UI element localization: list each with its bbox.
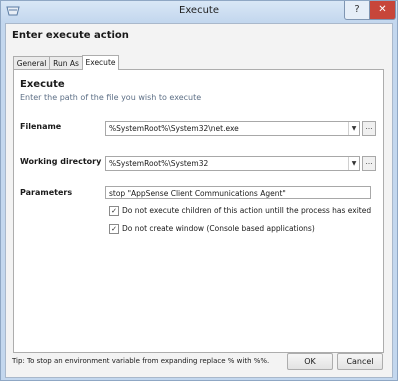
cancel-button[interactable]: Cancel bbox=[337, 353, 383, 370]
working-directory-label: Working directory bbox=[20, 157, 102, 166]
tab-general[interactable]: General bbox=[13, 56, 50, 70]
filename-value: %SystemRoot%\System32\net.exe bbox=[109, 124, 239, 133]
panel-description: Enter the path of the file you wish to e… bbox=[20, 93, 202, 102]
dialog-heading: Enter execute action bbox=[12, 30, 129, 41]
title-bar[interactable]: Execute ? ✕ bbox=[1, 1, 397, 22]
tab-run-as[interactable]: Run As bbox=[49, 56, 83, 70]
help-button[interactable]: ? bbox=[344, 1, 370, 20]
parameters-label: Parameters bbox=[20, 188, 73, 197]
parameters-input[interactable]: stop "AppSense Client Communications Age… bbox=[105, 186, 371, 199]
no-window-label: Do not create window (Console based appl… bbox=[122, 224, 315, 233]
checkmark-icon[interactable]: ✓ bbox=[109, 224, 119, 234]
filename-combobox[interactable]: %SystemRoot%\System32\net.exe ▼ bbox=[105, 121, 360, 136]
dropdown-arrow-icon[interactable]: ▼ bbox=[348, 122, 359, 135]
filename-label: Filename bbox=[20, 122, 62, 131]
working-directory-combobox[interactable]: %SystemRoot%\System32 ▼ bbox=[105, 156, 360, 171]
working-directory-browse-button[interactable]: … bbox=[362, 156, 376, 171]
execute-window: Execute ? ✕ Enter execute action General… bbox=[0, 0, 398, 381]
working-directory-value: %SystemRoot%\System32 bbox=[109, 159, 209, 168]
filename-browse-button[interactable]: … bbox=[362, 121, 376, 136]
close-button[interactable]: ✕ bbox=[369, 1, 396, 20]
wait-for-exit-label: Do not execute children of this action u… bbox=[122, 206, 372, 215]
ok-button[interactable]: OK bbox=[287, 353, 333, 370]
footer-tip: Tip: To stop an environment variable fro… bbox=[12, 357, 270, 365]
dialog-body: Enter execute action General Run As Exec… bbox=[5, 23, 393, 378]
execute-panel: Execute Enter the path of the file you w… bbox=[13, 69, 384, 353]
window-title: Execute bbox=[179, 5, 219, 16]
dropdown-arrow-icon[interactable]: ▼ bbox=[348, 157, 359, 170]
tab-execute[interactable]: Execute bbox=[82, 55, 119, 70]
checkmark-icon[interactable]: ✓ bbox=[109, 206, 119, 216]
panel-title: Execute bbox=[20, 79, 65, 90]
